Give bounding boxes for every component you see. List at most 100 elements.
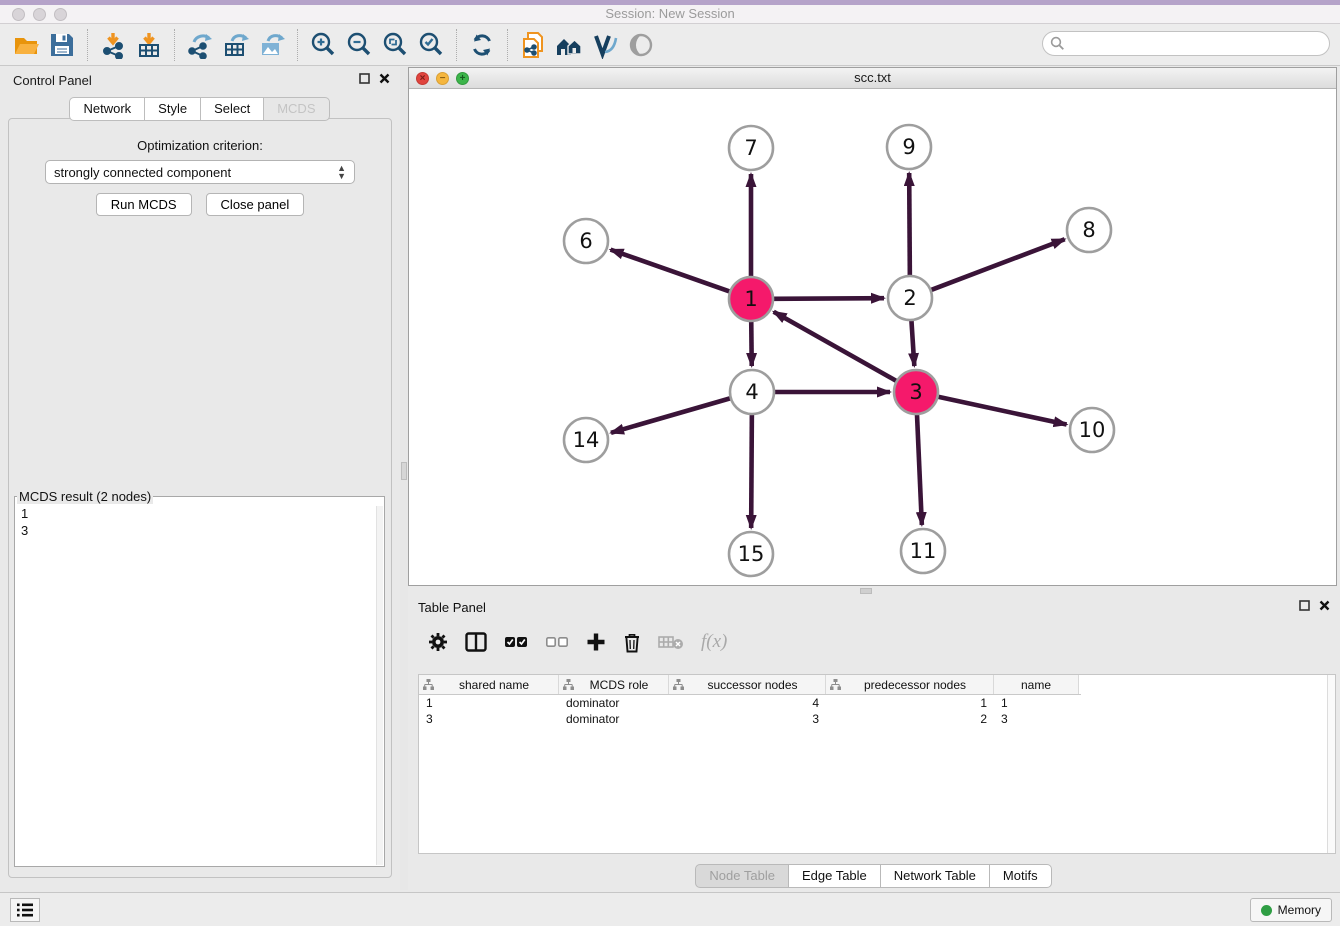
network-window-titlebar[interactable]: × − + scc.txt: [409, 68, 1336, 89]
search-input[interactable]: [1042, 31, 1330, 56]
run-mcds-button[interactable]: Run MCDS: [96, 193, 192, 216]
add-column-icon[interactable]: [586, 632, 606, 652]
vertical-splitter[interactable]: [400, 67, 408, 890]
table-cell[interactable]: 4: [669, 695, 826, 711]
column-type-icon: [563, 679, 574, 690]
memory-status-icon: [1261, 905, 1272, 916]
table-cell[interactable]: 3: [994, 711, 1079, 727]
control-panel-title: Control Panel: [13, 73, 92, 88]
zoom-out-icon[interactable]: [341, 27, 377, 63]
network-canvas[interactable]: 1234678910111415: [409, 90, 1336, 585]
mcds-result-text[interactable]: 1 3: [15, 504, 384, 540]
edge-2-9[interactable]: [909, 173, 910, 276]
column-header-shared-name[interactable]: shared name: [419, 675, 559, 694]
table-cell[interactable]: 3: [669, 711, 826, 727]
edge-2-3[interactable]: [911, 320, 914, 366]
refresh-icon[interactable]: [464, 27, 500, 63]
edge-3-10[interactable]: [938, 397, 1067, 425]
search-icon: [1050, 36, 1065, 51]
table-cell[interactable]: dominator: [559, 695, 669, 711]
graph-node-label-2: 2: [903, 286, 916, 310]
open-file-icon[interactable]: [8, 27, 44, 63]
edge-1-2[interactable]: [773, 298, 884, 299]
network-maximize-button[interactable]: +: [456, 72, 469, 85]
column-header-MCDS-role[interactable]: MCDS role: [559, 675, 669, 694]
toolbar-separator: [456, 29, 457, 61]
table-cell[interactable]: 1: [994, 695, 1079, 711]
float-table-panel-icon[interactable]: [1299, 600, 1310, 611]
task-history-button[interactable]: [10, 898, 40, 922]
app-title: Session: New Session: [0, 5, 1340, 23]
function-builder-icon[interactable]: f(x): [701, 631, 727, 653]
deselect-all-icon[interactable]: [545, 632, 569, 652]
float-panel-icon[interactable]: [359, 73, 370, 84]
result-scrollbar[interactable]: [376, 506, 383, 865]
edge-3-1[interactable]: [774, 312, 897, 381]
zoom-window-button[interactable]: [54, 8, 67, 21]
column-header-name[interactable]: name: [994, 675, 1079, 694]
graph-node-label-10: 10: [1079, 418, 1106, 442]
tab-edge-table[interactable]: Edge Table: [788, 864, 881, 888]
table-cell[interactable]: dominator: [559, 711, 669, 727]
export-table-icon[interactable]: [218, 27, 254, 63]
memory-button[interactable]: Memory: [1250, 898, 1332, 922]
toolbar-separator: [507, 29, 508, 61]
column-header-successor-nodes[interactable]: successor nodes: [669, 675, 826, 694]
vizmapper-icon[interactable]: [587, 27, 623, 63]
export-network-icon[interactable]: [182, 27, 218, 63]
import-network-icon[interactable]: [95, 27, 131, 63]
tab-style[interactable]: Style: [144, 97, 201, 121]
edge-2-8[interactable]: [931, 239, 1065, 290]
minimize-window-button[interactable]: [33, 8, 46, 21]
table-cell[interactable]: 3: [419, 711, 559, 727]
network-minimize-button[interactable]: −: [436, 72, 449, 85]
criterion-select[interactable]: strongly connected component ▲▼: [45, 160, 355, 184]
edge-4-15[interactable]: [751, 414, 752, 528]
tab-network-table[interactable]: Network Table: [880, 864, 990, 888]
edge-3-11[interactable]: [917, 414, 922, 525]
save-session-icon[interactable]: [44, 27, 80, 63]
select-all-icon[interactable]: [504, 632, 528, 652]
clone-network-icon[interactable]: [515, 27, 551, 63]
import-table-icon[interactable]: [131, 27, 167, 63]
tab-node-table[interactable]: Node Table: [695, 864, 789, 888]
mcds-result-title: MCDS result (2 nodes): [17, 489, 153, 504]
criterion-value: strongly connected component: [54, 165, 231, 180]
tab-mcds[interactable]: MCDS: [263, 97, 329, 121]
export-image-icon[interactable]: [254, 27, 290, 63]
close-window-button[interactable]: [12, 8, 25, 21]
edge-1-6[interactable]: [611, 250, 731, 292]
column-header-predecessor-nodes[interactable]: predecessor nodes: [826, 675, 994, 694]
show-columns-icon[interactable]: [465, 632, 487, 652]
task-list-icon: [16, 902, 34, 918]
network-close-button[interactable]: ×: [416, 72, 429, 85]
table-cell[interactable]: 1: [826, 695, 994, 711]
tab-network[interactable]: Network: [69, 97, 145, 121]
control-panel: Control Panel NetworkStyleSelectMCDS Opt…: [0, 67, 400, 890]
tab-motifs[interactable]: Motifs: [989, 864, 1052, 888]
graph-node-label-1: 1: [744, 287, 757, 311]
close-panel-icon[interactable]: [379, 73, 390, 84]
table-row[interactable]: 1dominator411: [419, 695, 1335, 711]
table-cell[interactable]: 2: [826, 711, 994, 727]
edge-4-14[interactable]: [611, 398, 731, 433]
delete-columns-icon[interactable]: [623, 632, 641, 653]
close-table-panel-icon[interactable]: [1319, 600, 1330, 611]
graph-node-label-9: 9: [902, 135, 915, 159]
show-hide-graphics-icon[interactable]: [623, 27, 659, 63]
tab-select[interactable]: Select: [200, 97, 264, 121]
table-tabs: Node TableEdge TableNetwork TableMotifs: [408, 864, 1340, 888]
table-cell[interactable]: 1: [419, 695, 559, 711]
splitter-grip[interactable]: [401, 462, 407, 480]
first-neighbors-icon[interactable]: [551, 27, 587, 63]
table-mode-gear-icon[interactable]: [428, 632, 448, 652]
delete-table-icon[interactable]: [658, 633, 684, 651]
zoom-in-icon[interactable]: [305, 27, 341, 63]
table-row[interactable]: 3dominator323: [419, 711, 1335, 727]
close-panel-button[interactable]: Close panel: [206, 193, 305, 216]
network-window: × − + scc.txt 1234678910111415: [408, 67, 1337, 586]
table-scrollbar[interactable]: [1327, 675, 1335, 853]
app-window-controls[interactable]: [12, 8, 67, 21]
zoom-selected-icon[interactable]: [413, 27, 449, 63]
zoom-fit-icon[interactable]: [377, 27, 413, 63]
